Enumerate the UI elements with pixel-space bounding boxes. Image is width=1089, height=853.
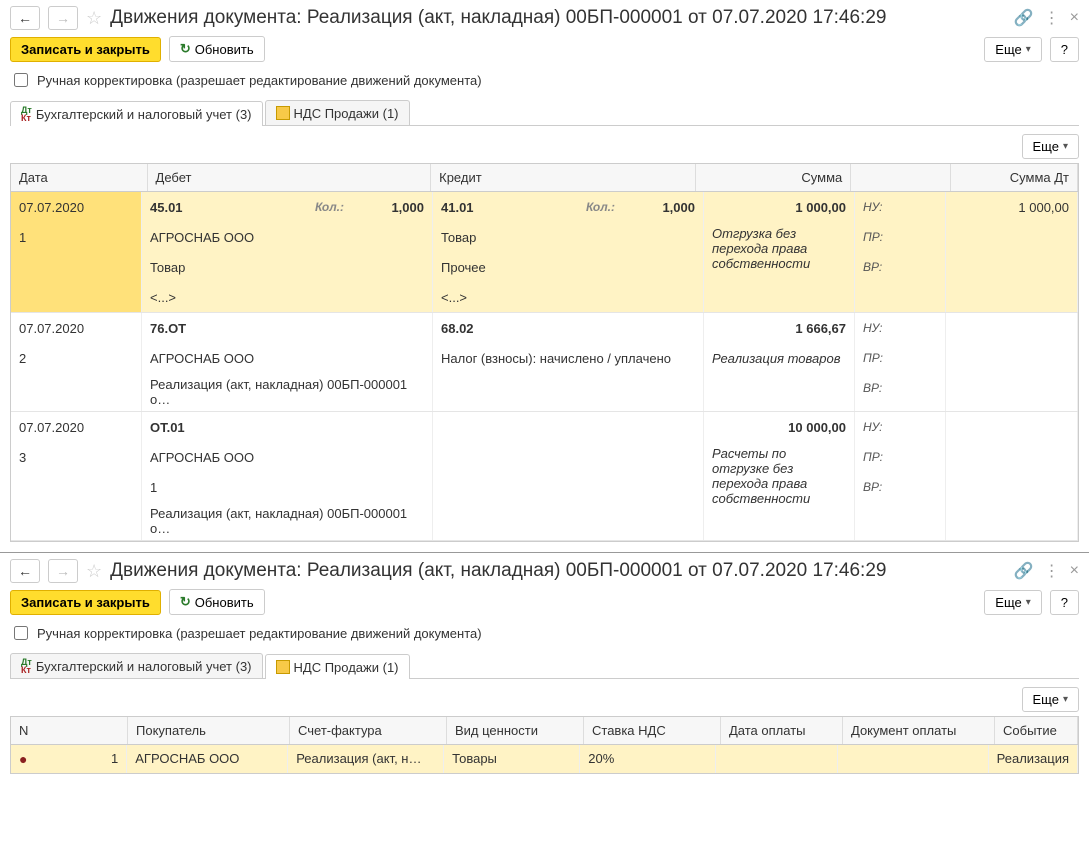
close-icon[interactable]: ×: [1070, 9, 1079, 27]
table-row[interactable]: 07.07.2020 3 ОТ.01 АГРОСНАБ ООО 1 Реализ…: [11, 412, 1078, 541]
dtkt-icon: ДтКт: [21, 658, 32, 674]
refresh-button[interactable]: ↻Обновить: [169, 36, 265, 62]
doc-icon: [276, 660, 290, 674]
grid-more-button[interactable]: Еще: [1022, 687, 1079, 712]
refresh-icon: ↻: [180, 594, 191, 610]
grid-header: Дата Дебет Кредит Сумма Сумма Дт: [11, 164, 1078, 192]
tab-accounting[interactable]: ДтКтБухгалтерский и налоговый учет (3): [10, 101, 263, 126]
star-icon[interactable]: ☆: [86, 8, 102, 29]
manual-edit-label: Ручная корректировка (разрешает редактир…: [37, 73, 482, 88]
close-icon[interactable]: ×: [1070, 562, 1079, 580]
link-icon[interactable]: 🔗: [1014, 8, 1034, 28]
vdots-icon[interactable]: ⋮: [1044, 8, 1060, 28]
more-button[interactable]: Еще: [984, 590, 1041, 615]
dtkt-icon: ДтКт: [21, 106, 32, 122]
marker-icon: ●: [19, 751, 27, 767]
star-icon[interactable]: ☆: [86, 561, 102, 582]
vdots-icon[interactable]: ⋮: [1044, 561, 1060, 581]
table-row[interactable]: ●1 АГРОСНАБ ООО Реализация (акт, н… Това…: [11, 745, 1078, 773]
fwd-button[interactable]: →: [48, 559, 78, 583]
tab-vat[interactable]: НДС Продажи (1): [265, 100, 410, 125]
more-button[interactable]: Еще: [984, 37, 1041, 62]
fwd-button[interactable]: →: [48, 6, 78, 30]
save-close-button[interactable]: Записать и закрыть: [10, 37, 161, 62]
page-title: Движения документа: Реализация (акт, нак…: [110, 560, 886, 582]
help-button[interactable]: ?: [1050, 37, 1079, 62]
manual-edit-checkbox[interactable]: [14, 73, 28, 87]
back-button[interactable]: ←: [10, 559, 40, 583]
manual-edit-checkbox[interactable]: [14, 626, 28, 640]
table-row[interactable]: 07.07.2020 1 45.01Кол.:1,000 АГРОСНАБ ОО…: [11, 192, 1078, 313]
link-icon[interactable]: 🔗: [1014, 561, 1034, 581]
refresh-button[interactable]: ↻Обновить: [169, 589, 265, 615]
grid-header: N Покупатель Счет-фактура Вид ценности С…: [11, 717, 1078, 745]
doc-icon: [276, 106, 290, 120]
help-button[interactable]: ?: [1050, 590, 1079, 615]
tab-accounting[interactable]: ДтКтБухгалтерский и налоговый учет (3): [10, 653, 263, 678]
page-title: Движения документа: Реализация (акт, нак…: [110, 7, 886, 29]
refresh-icon: ↻: [180, 41, 191, 57]
table-row[interactable]: 07.07.2020 2 76.ОТ АГРОСНАБ ООО Реализац…: [11, 313, 1078, 412]
grid-more-button[interactable]: Еще: [1022, 134, 1079, 159]
manual-edit-label: Ручная корректировка (разрешает редактир…: [37, 626, 482, 641]
tab-vat[interactable]: НДС Продажи (1): [265, 654, 410, 679]
back-button[interactable]: ←: [10, 6, 40, 30]
save-close-button[interactable]: Записать и закрыть: [10, 590, 161, 615]
accounting-grid: Дата Дебет Кредит Сумма Сумма Дт 07.07.2…: [10, 163, 1079, 542]
vat-grid: N Покупатель Счет-фактура Вид ценности С…: [10, 716, 1079, 774]
